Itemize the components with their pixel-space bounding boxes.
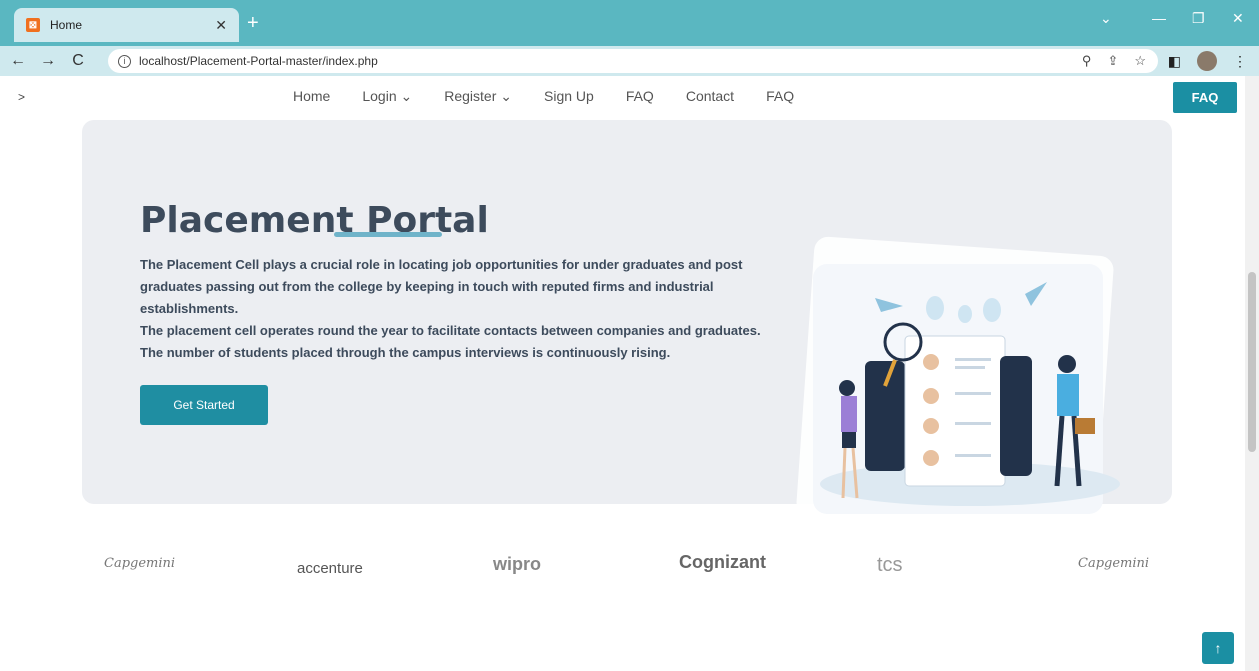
nav-contact[interactable]: Contact [686, 88, 734, 105]
logo-wipro: wipro [493, 554, 541, 574]
nav-signup[interactable]: Sign Up [544, 88, 594, 105]
new-tab-icon[interactable]: + [247, 12, 259, 34]
logo-capgemini-2: Capgemini [1078, 556, 1150, 571]
faq-button[interactable]: FAQ [1173, 82, 1237, 113]
logo-accenture: accenture [297, 560, 363, 577]
address-bar-row: ← → C i localhost/Placement-Portal-maste… [0, 46, 1259, 76]
bookmark-star-icon[interactable]: ☆ [1134, 53, 1146, 69]
hero-description: The Placement Cell plays a crucial role … [140, 254, 790, 364]
browser-tab-bar: ⊠ Home ✕ + ⌄ — ❐ ✕ [0, 0, 1259, 46]
restore-icon[interactable]: ❐ [1192, 10, 1205, 27]
url-input[interactable]: i localhost/Placement-Portal-master/inde… [108, 49, 1158, 73]
xampp-favicon-icon: ⊠ [26, 18, 40, 32]
get-started-button[interactable]: Get Started [140, 385, 268, 425]
scrollbar-thumb[interactable] [1248, 272, 1256, 452]
profile-avatar[interactable] [1197, 51, 1217, 71]
info-icon[interactable]: i [118, 54, 131, 68]
logo-capgemini: Capgemini [104, 556, 176, 571]
title-underline [334, 232, 442, 237]
zoom-icon[interactable]: ⚲ [1082, 53, 1092, 69]
scroll-to-top-button[interactable]: ↑ [1202, 632, 1234, 664]
chevron-right-icon[interactable]: > [18, 90, 25, 104]
hiring-illustration [796, 236, 1120, 536]
top-navigation: Home Login ⌄ Register ⌄ Sign Up FAQ Cont… [293, 88, 794, 105]
hero-paragraph-3: The number of students placed through th… [140, 345, 671, 360]
nav-faq[interactable]: FAQ [626, 88, 654, 105]
nav-login[interactable]: Login ⌄ [362, 88, 412, 105]
menu-kebab-icon[interactable]: ⋮ [1233, 53, 1247, 70]
tab-search-icon[interactable]: ⌄ [1100, 10, 1112, 27]
page-scrollbar[interactable] [1245, 76, 1259, 671]
close-window-icon[interactable]: ✕ [1232, 10, 1244, 27]
hero-paragraph-1: The Placement Cell plays a crucial role … [140, 257, 743, 316]
nav-register[interactable]: Register ⌄ [444, 88, 512, 105]
nav-home[interactable]: Home [293, 88, 330, 105]
logo-tcs: tcs [877, 554, 903, 576]
browser-tab-home[interactable]: ⊠ Home ✕ [14, 8, 239, 42]
logo-cognizant: Cognizant [679, 552, 766, 572]
minimize-icon[interactable]: — [1152, 10, 1166, 26]
close-tab-icon[interactable]: ✕ [215, 17, 227, 34]
web-page: > Home Login ⌄ Register ⌄ Sign Up FAQ Co… [0, 76, 1245, 671]
forward-icon[interactable]: → [36, 52, 60, 70]
sidebar-icon[interactable]: ◧ [1168, 53, 1181, 70]
share-icon[interactable]: ⇪ [1107, 53, 1118, 69]
nav-faq-2[interactable]: FAQ [766, 88, 794, 105]
partner-logos: Capgemini accenture wipro Cognizant tcs … [0, 552, 1245, 636]
tab-title: Home [50, 18, 83, 32]
url-text: localhost/Placement-Portal-master/index.… [139, 54, 378, 68]
back-icon[interactable]: ← [6, 52, 30, 70]
hero-paragraph-2: The placement cell operates round the ye… [140, 323, 761, 338]
reload-icon[interactable]: C [66, 52, 90, 70]
